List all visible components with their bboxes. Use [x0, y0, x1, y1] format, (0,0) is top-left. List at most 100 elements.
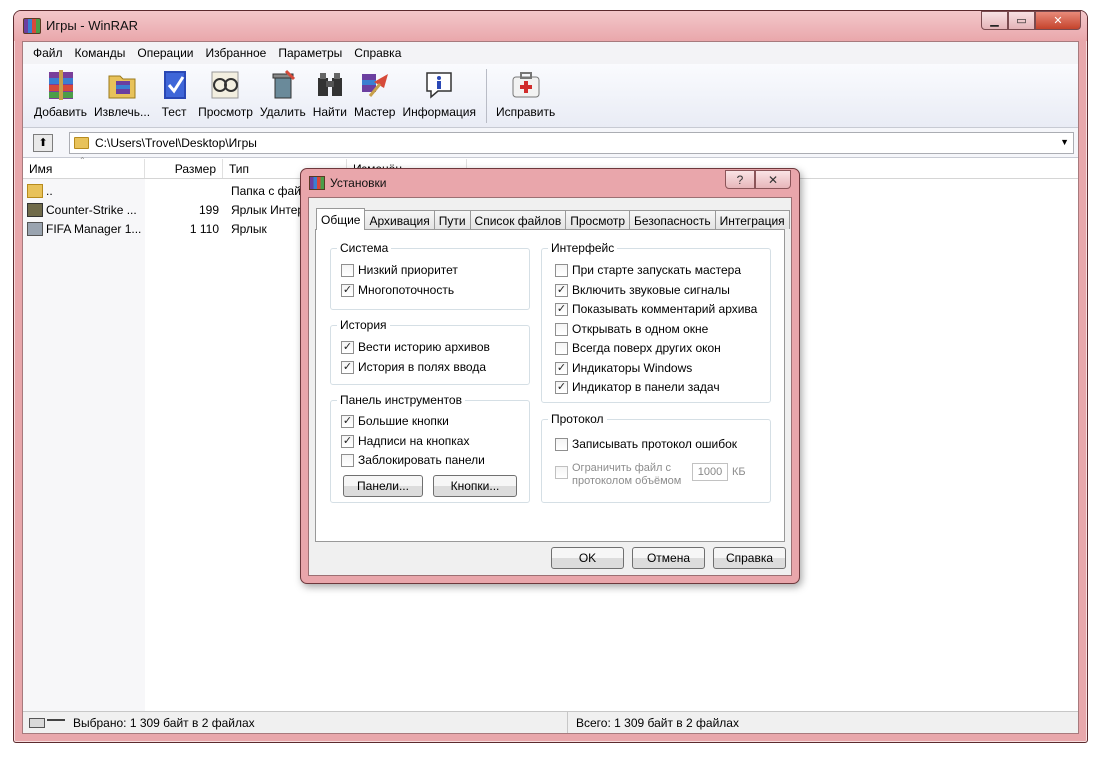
tab-compression[interactable]: Архивация [364, 210, 435, 229]
tab-file-list[interactable]: Список файлов [469, 210, 567, 229]
maximize-icon: ▭ [1016, 15, 1027, 27]
title-bar[interactable]: Игры - WinRAR ▁ ▭ ✕ [14, 11, 1087, 41]
view-label: Просмотр [198, 105, 253, 119]
file-row-fifa-manager[interactable]: FIFA Manager 1... 1 110 Ярлык [23, 219, 313, 238]
view-icon [211, 71, 239, 99]
checkbox-log-errors[interactable]: Записывать протокол ошибок [555, 437, 737, 451]
checkbox-lock-panels[interactable]: Заблокировать панели [341, 453, 485, 467]
status-total: Всего: 1 309 байт в 2 файлах [576, 715, 739, 730]
chevron-down-icon[interactable]: ▼ [1060, 137, 1069, 147]
tab-security[interactable]: Безопасность [629, 210, 716, 229]
checkbox-sound[interactable]: ✓ Включить звуковые сигналы [555, 283, 730, 297]
menu-bar: Файл Команды Операции Избранное Параметр… [23, 42, 1078, 64]
ok-button[interactable]: OK [551, 547, 624, 569]
counter-strike-icon [27, 202, 43, 217]
info-button[interactable]: Информация [399, 64, 478, 119]
checkbox-box: ✓ [341, 414, 354, 428]
column-name[interactable]: Имя ⌃ [23, 156, 145, 178]
minimize-button[interactable]: ▁ [981, 11, 1008, 30]
up-arrow-icon: ⬆ [38, 137, 48, 149]
column-size-label: Размер [174, 162, 216, 176]
drive-icon [29, 717, 45, 728]
checkbox-archive-history[interactable]: ✓ Вести историю архивов [341, 340, 490, 354]
maximize-button[interactable]: ▭ [1008, 11, 1035, 30]
checkbox-limit-log[interactable]: Ограничить файл с протоколом объёмом [555, 462, 681, 488]
close-button[interactable]: ✕ [1035, 11, 1081, 30]
checkbox-show-comment[interactable]: ✓ Показывать комментарий архива [555, 302, 757, 316]
checkbox-label: Индикаторы Windows [572, 361, 693, 375]
menu-favorites[interactable]: Избранное [200, 46, 273, 60]
test-button[interactable]: Тест [154, 64, 194, 119]
menu-help[interactable]: Справка [348, 46, 407, 60]
column-name-label: Имя [29, 162, 53, 176]
checkbox-label: Записывать протокол ошибок [572, 437, 738, 451]
file-row-counter-strike[interactable]: Counter-Strike ... 199 Ярлык Интер [23, 200, 313, 219]
extract-button[interactable]: Извлечь... [91, 64, 153, 119]
delete-button[interactable]: Удалить [257, 64, 309, 119]
delete-icon [272, 69, 295, 99]
view-button[interactable]: Просмотр [195, 64, 256, 119]
checkbox-low-priority[interactable]: Низкий приоритет [341, 263, 458, 277]
folder-up-icon [27, 183, 43, 198]
checkbox-taskbar-indicator[interactable]: ✓ Индикатор в панели задач [555, 380, 720, 394]
checkbox-single-window[interactable]: Открывать в одном окне [555, 322, 708, 336]
menu-options[interactable]: Параметры [272, 46, 348, 60]
group-history-title: История [337, 318, 390, 332]
checkbox-start-wizard[interactable]: При старте запускать мастера [555, 263, 741, 277]
up-folder-button[interactable]: ⬆ [33, 133, 53, 152]
tab-general[interactable]: Общие [316, 208, 366, 230]
checkbox-input-history[interactable]: ✓ История в полях ввода [341, 360, 486, 374]
window-title: Игры - WinRAR [46, 18, 139, 33]
checkbox-label: Вести историю архивов [358, 340, 490, 354]
address-field[interactable]: C:\Users\Trovel\Desktop\Игры ▼ [69, 131, 1074, 154]
winrar-app-icon [309, 176, 325, 190]
dialog-help-button[interactable]: ? [725, 170, 755, 189]
checkbox-label: Заблокировать панели [358, 453, 485, 467]
menu-operations[interactable]: Операции [131, 46, 199, 60]
limit-label-line2: протоколом объёмом [572, 475, 682, 487]
checkbox-label: Низкий приоритет [358, 263, 458, 277]
checkbox-label: Надписи на кнопках [358, 434, 470, 448]
checkbox-large-buttons[interactable]: ✓ Большие кнопки [341, 414, 449, 428]
checkbox-label: История в полях ввода [358, 360, 487, 374]
extract-icon [108, 75, 136, 99]
group-history: История ✓ Вести историю архивов ✓ История … [330, 318, 530, 385]
repair-button[interactable]: Исправить [493, 64, 558, 119]
find-label: Найти [312, 105, 347, 119]
buttons-button[interactable]: Кнопки... [433, 475, 517, 497]
group-interface-title: Интерфейс [548, 241, 618, 255]
checkbox-box: ✓ [341, 283, 354, 297]
cancel-button[interactable]: Отмена [632, 547, 705, 569]
panels-button[interactable]: Панели... [343, 475, 423, 497]
checkbox-box [555, 466, 568, 479]
menu-file[interactable]: Файл [27, 46, 69, 60]
file-row-parent[interactable]: .. Папка с файл [23, 181, 313, 200]
column-size[interactable]: Размер [145, 159, 223, 178]
checkbox-multithreading[interactable]: ✓ Многопоточность [341, 283, 454, 297]
wizard-button[interactable]: Мастер [351, 64, 399, 119]
settings-dialog: Установки ? ✕ Общие Архивация Пути Списо… [300, 168, 800, 584]
menu-commands[interactable]: Команды [69, 46, 132, 60]
group-log: Протокол Записывать протокол ошибок Огра… [541, 412, 771, 503]
extract-label: Извлечь... [94, 105, 151, 119]
address-path: C:\Users\Trovel\Desktop\Игры [95, 135, 257, 150]
tab-strip: Общие Архивация Пути Список файлов Просм… [316, 208, 790, 230]
log-limit-input[interactable]: 1000 [692, 463, 728, 481]
add-button[interactable]: Добавить [31, 64, 90, 119]
file-name: FIFA Manager 1... [46, 221, 142, 236]
tab-paths[interactable]: Пути [433, 210, 471, 229]
winrar-app-icon [23, 18, 41, 34]
find-button[interactable]: Найти [310, 64, 350, 119]
fifa-manager-icon [27, 221, 43, 236]
checkbox-button-labels[interactable]: ✓ Надписи на кнопках [341, 434, 469, 448]
tab-viewer[interactable]: Просмотр [565, 210, 631, 229]
checkbox-label: Индикатор в панели задач [572, 380, 720, 394]
checkbox-windows-indicators[interactable]: ✓ Индикаторы Windows [555, 361, 692, 375]
tab-integration[interactable]: Интеграция [714, 210, 790, 229]
checkbox-always-on-top[interactable]: Всегда поверх других окон [555, 341, 721, 355]
dialog-title-bar[interactable]: Установки ? ✕ [301, 169, 799, 197]
dialog-close-button[interactable]: ✕ [755, 170, 791, 189]
checkbox-label: Включить звуковые сигналы [572, 283, 730, 297]
help-button[interactable]: Справка [713, 547, 786, 569]
repair-icon [512, 72, 540, 98]
